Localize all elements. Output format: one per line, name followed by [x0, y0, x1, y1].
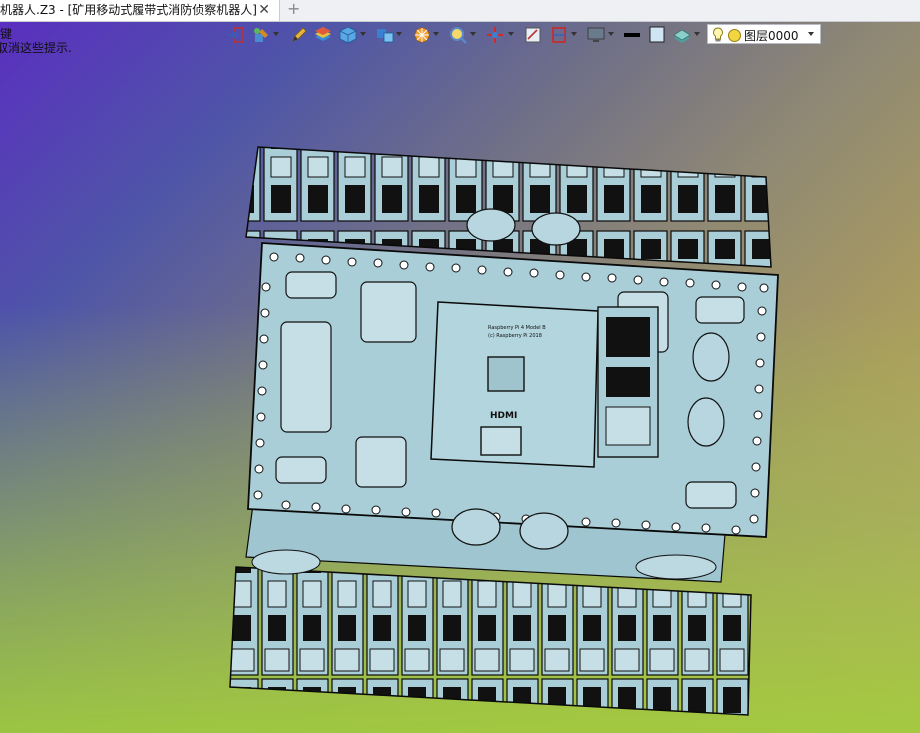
chevron-down-icon[interactable]	[808, 32, 814, 36]
exit-sketch-icon[interactable]	[226, 26, 246, 44]
pencil-icon[interactable]	[289, 26, 309, 44]
frame-dropdown[interactable]	[571, 32, 577, 36]
hint-line-2: 取消这些提示.	[0, 41, 72, 55]
layer-color-icon	[728, 29, 741, 42]
layer-select[interactable]: 图层0000	[707, 24, 821, 44]
color-wheel-dropdown[interactable]	[433, 32, 439, 36]
surface-icon[interactable]	[672, 26, 692, 44]
snap-target-icon[interactable]	[485, 26, 505, 44]
line-style-icon[interactable]	[622, 26, 642, 44]
surface-dropdown[interactable]	[694, 32, 700, 36]
cube-dropdown[interactable]	[360, 32, 366, 36]
cube-icon[interactable]	[338, 26, 358, 44]
fill-color-icon[interactable]	[647, 26, 667, 44]
floating-toolbar: 图层0000	[226, 23, 822, 47]
frame-icon[interactable]	[549, 26, 569, 44]
hint-line-1: 键	[0, 27, 13, 41]
robot-model[interactable]: Raspberry Pi 4 Model B (c) Raspberry Pi …	[226, 117, 786, 717]
board-label: Raspberry Pi 4 Model B	[488, 325, 546, 331]
wheel-right	[635, 554, 717, 580]
color-wheel-icon[interactable]	[412, 26, 432, 44]
cubes-view-dropdown[interactable]	[396, 32, 402, 36]
part-tools-dropdown[interactable]	[273, 32, 279, 36]
lightbulb-icon[interactable]	[712, 27, 724, 47]
display-monitor-dropdown[interactable]	[608, 32, 614, 36]
new-tab-icon[interactable]: +	[287, 0, 300, 18]
zoom-icon[interactable]	[448, 26, 468, 44]
measure-icon[interactable]	[523, 26, 543, 44]
layers-stack-icon[interactable]	[313, 26, 333, 44]
raspberry-pi-board: Raspberry Pi 4 Model B (c) Raspberry Pi …	[430, 301, 659, 468]
zoom-dropdown[interactable]	[470, 32, 476, 36]
3d-viewport[interactable]: 键 取消这些提示. 图层0000 Raspberry Pi 4 Model B …	[0, 22, 920, 733]
display-monitor-icon[interactable]	[586, 26, 606, 44]
wheel-left	[251, 549, 321, 575]
cubes-view-icon[interactable]	[375, 26, 395, 44]
tab-bar: 机器人.Z3 - [矿用移动式履带式消防侦察机器人] ✕ +	[0, 0, 920, 22]
document-tab[interactable]: 机器人.Z3 - [矿用移动式履带式消防侦察机器人] ✕	[0, 0, 280, 21]
board-copyright: (c) Raspberry Pi 2018	[488, 333, 542, 339]
snap-target-dropdown[interactable]	[508, 32, 514, 36]
layer-name: 图层0000	[744, 29, 799, 43]
hdmi-label: HDMI	[490, 411, 517, 421]
document-tab-title: 机器人.Z3 - [矿用移动式履带式消防侦察机器人]	[0, 3, 257, 17]
close-icon[interactable]: ✕	[258, 0, 270, 20]
part-tools-icon[interactable]	[252, 26, 272, 44]
bottom-track	[229, 566, 752, 716]
